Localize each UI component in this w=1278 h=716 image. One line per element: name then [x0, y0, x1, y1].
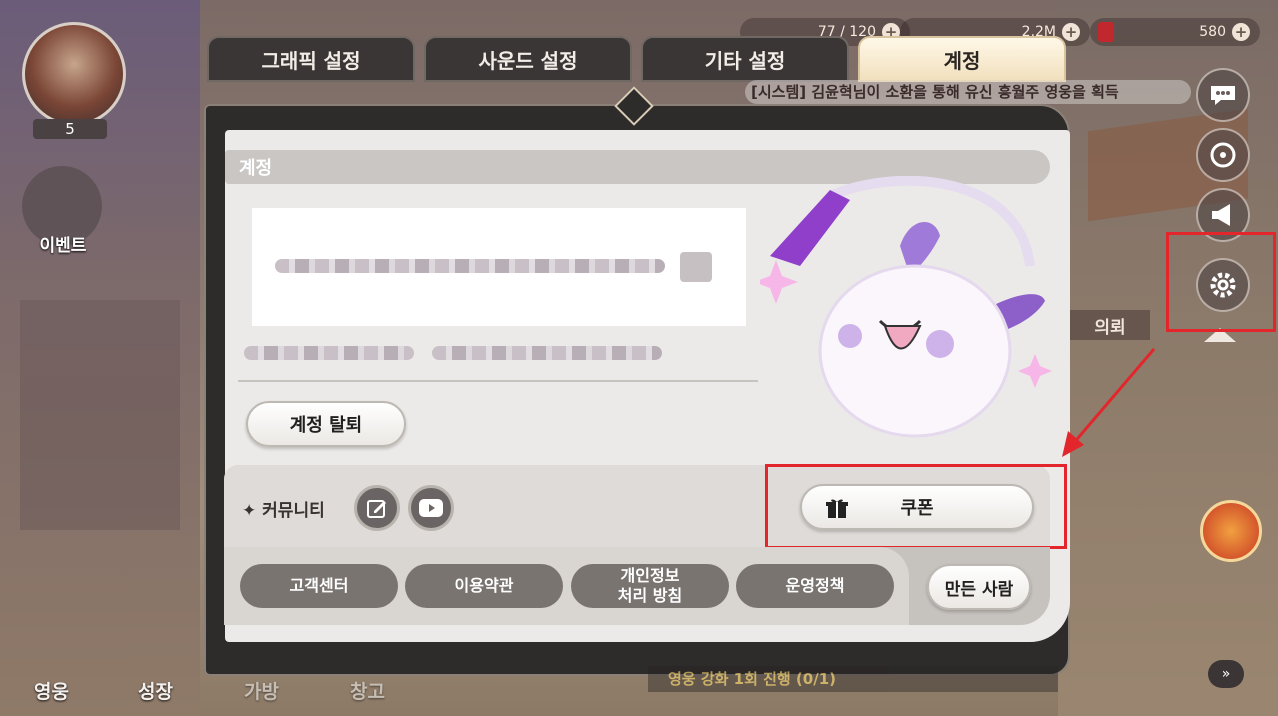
gem-counter: 580 +: [1090, 18, 1260, 46]
nav-bag[interactable]: 가방: [244, 677, 279, 704]
quest-ticker[interactable]: 영웅 강화 1회 진행 (0/1): [648, 666, 1058, 692]
section-divider: [238, 380, 758, 382]
player-level: 5: [33, 119, 107, 139]
music-icon[interactable]: [1196, 128, 1250, 182]
privacy-policy-button[interactable]: 개인정보 처리 방침: [571, 564, 729, 608]
tab-sound[interactable]: 사운드 설정: [424, 36, 632, 82]
credits-button[interactable]: 만든 사람: [927, 564, 1031, 610]
nav-storage[interactable]: 창고: [350, 677, 385, 704]
nav-growth[interactable]: 성장: [138, 677, 173, 704]
tab-graphics[interactable]: 그래픽 설정: [207, 36, 415, 82]
withdraw-account-button[interactable]: 계정 탈퇴: [246, 401, 406, 447]
player-avatar[interactable]: [22, 22, 126, 126]
gear-highlight-box: [1166, 232, 1276, 332]
tab-other[interactable]: 기타 설정: [641, 36, 849, 82]
mascot-illustration: [760, 176, 1052, 438]
quest-label[interactable]: 의뢰: [1070, 310, 1150, 340]
coupon-highlight-box: [765, 464, 1067, 549]
add-gem-button[interactable]: +: [1232, 23, 1250, 41]
youtube-icon[interactable]: [408, 485, 454, 531]
event-label: 이벤트: [39, 236, 87, 256]
gem-value: 580: [1199, 24, 1226, 40]
chat-ticker: [시스템] 김윤혁님이 소환을 통해 유신 흥월주 영웅을 획득: [745, 80, 1191, 104]
gift-event-icon[interactable]: [1200, 500, 1262, 562]
house-decoration: [20, 300, 180, 530]
terms-button[interactable]: 이용약관: [405, 564, 563, 608]
chat-icon[interactable]: [1196, 68, 1250, 122]
fast-forward-icon[interactable]: »: [1208, 660, 1244, 688]
community-forum-icon[interactable]: [354, 485, 400, 531]
operation-policy-button[interactable]: 운영정책: [736, 564, 894, 608]
add-gold-button[interactable]: +: [1062, 23, 1080, 41]
tab-account[interactable]: 계정: [858, 36, 1066, 82]
copy-icon[interactable]: [680, 252, 712, 282]
community-label-text: 커뮤니티: [262, 501, 325, 521]
account-info-redacted-2: [432, 346, 662, 360]
account-info-redacted-1: [244, 346, 414, 360]
nav-hero[interactable]: 영웅: [34, 677, 69, 704]
pointer-arrow-icon: [1062, 348, 1156, 457]
section-title: 계정: [239, 158, 273, 179]
customer-center-button[interactable]: 고객센터: [240, 564, 398, 608]
community-label: ✦ 커뮤니티: [242, 501, 325, 521]
account-id-redacted: [275, 259, 665, 273]
gem-icon: [1098, 22, 1114, 42]
